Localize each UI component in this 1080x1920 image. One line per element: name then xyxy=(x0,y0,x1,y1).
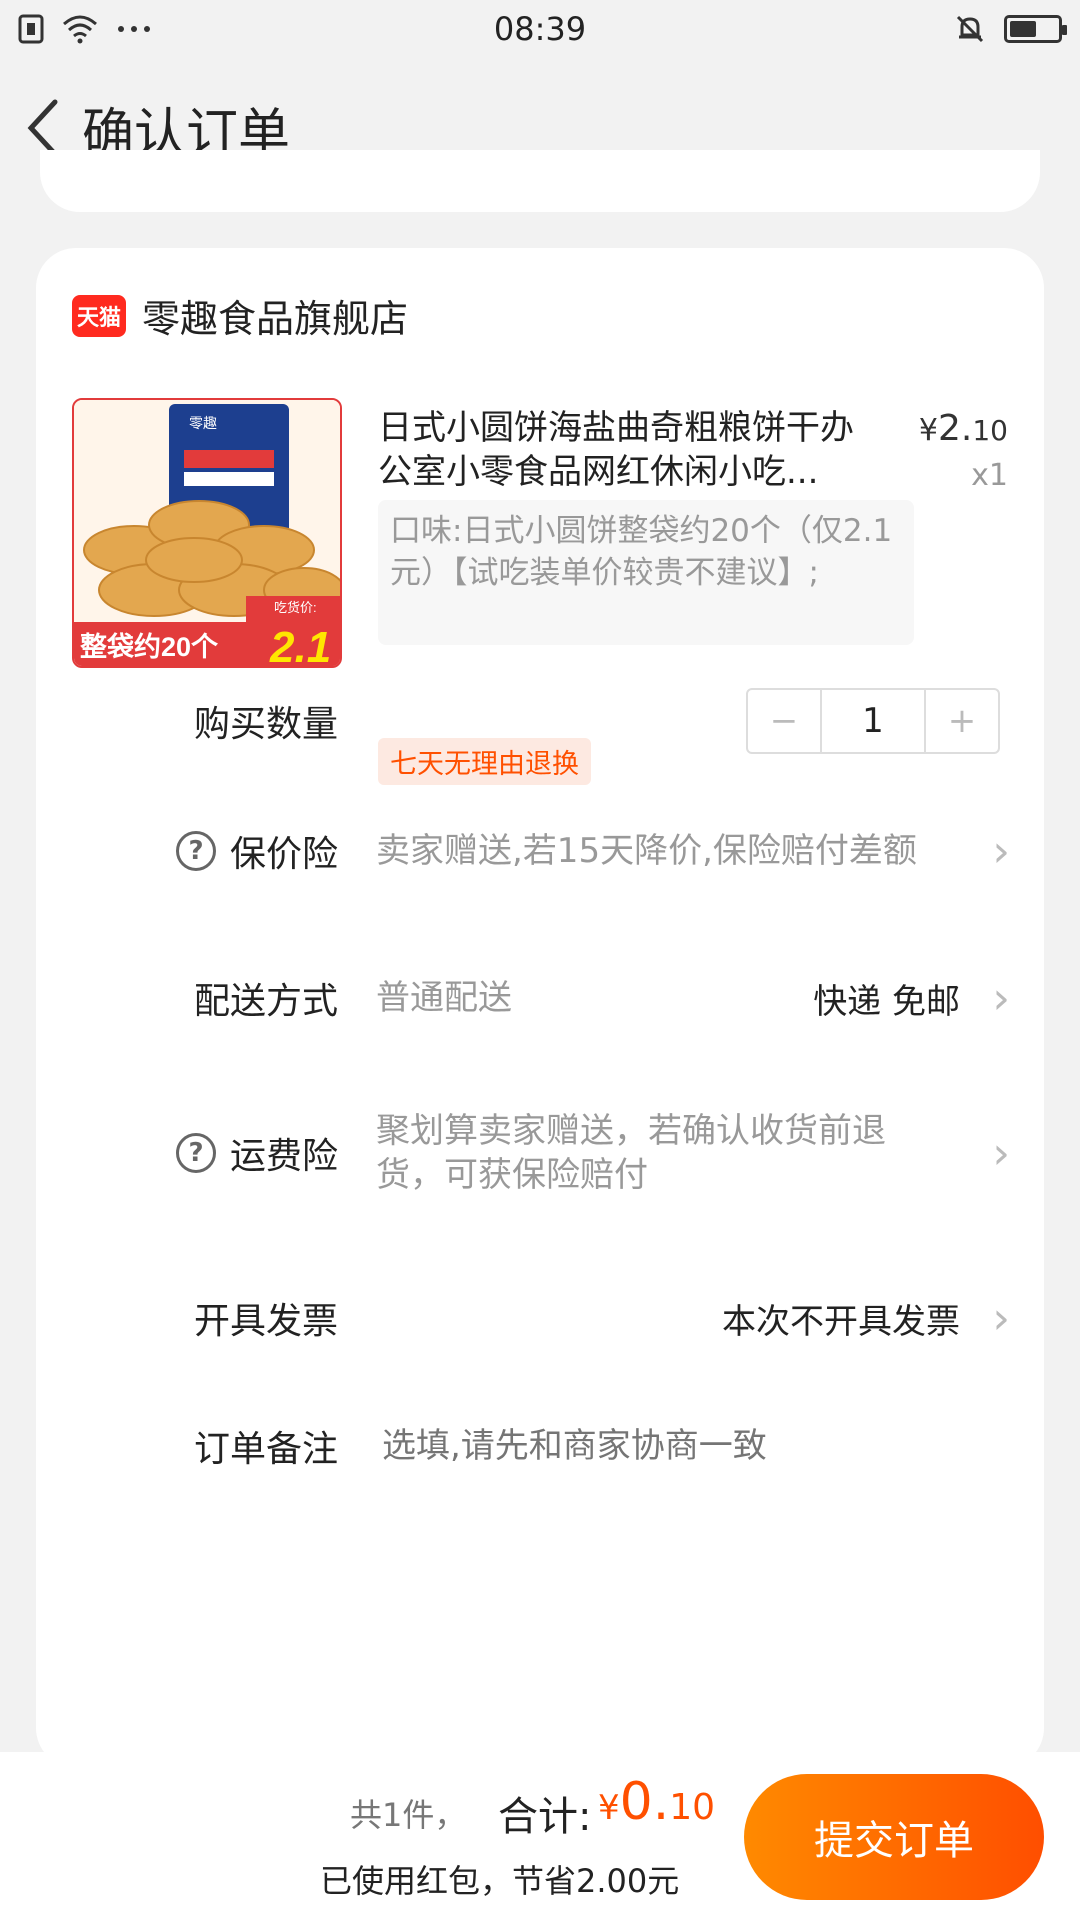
product-photo: 零趣 整袋约20个 吃货价: 2.1 xyxy=(74,400,340,668)
battery-icon xyxy=(1004,15,1067,43)
decrease-button[interactable]: − xyxy=(748,690,820,752)
freight-insurance-label: 运费险 xyxy=(229,1136,338,1177)
checkout-bar: 共1件， 合计: ¥0.10 已使用红包，节省2.00元 提交订单 xyxy=(0,1752,1080,1920)
freight-insurance-label-wrap: ? 运费险 xyxy=(175,1127,338,1179)
price-protection-label-wrap: ? 保价险 xyxy=(175,825,338,877)
product-image[interactable]: 零趣 整袋约20个 吃货价: 2.1 xyxy=(72,398,342,668)
quantity-value[interactable]: 1 xyxy=(820,690,926,752)
increase-button[interactable]: + xyxy=(926,690,998,752)
delivery-row[interactable]: 配送方式 普通配送 快递 免邮 › xyxy=(36,968,1044,1028)
price-protection-label: 保价险 xyxy=(229,834,338,875)
status-left xyxy=(18,14,152,44)
order-note-input[interactable] xyxy=(382,1426,982,1466)
delivery-method: 快递 免邮 xyxy=(813,981,960,1022)
price-currency: ¥ xyxy=(918,413,938,448)
status-time: 08:39 xyxy=(493,10,587,48)
chevron-right-icon: › xyxy=(992,1292,1010,1344)
help-icon[interactable]: ? xyxy=(175,831,216,871)
image-price-tag: 吃货价: xyxy=(274,600,317,615)
invoice-value: 本次不开具发票 xyxy=(722,1301,960,1342)
product-title[interactable]: 日式小圆饼海盐曲奇粗粮饼干办公室小零食品网红休闲小吃... xyxy=(378,406,878,494)
product-price: ¥2.10 xyxy=(919,408,1008,449)
help-icon[interactable]: ? xyxy=(175,1133,216,1173)
total-int: 0. xyxy=(619,1772,670,1832)
submit-order-button[interactable]: 提交订单 xyxy=(744,1774,1044,1900)
image-price: 2.1 xyxy=(269,623,331,668)
chevron-right-icon: › xyxy=(992,1127,1010,1179)
price-protection-row[interactable]: ? 保价险 卖家赠送,若15天降价,保险赔付差额 › xyxy=(36,806,1044,896)
freight-insurance-value: 聚划算卖家赠送，若确认收货前退货，可获保险赔付 xyxy=(376,1111,886,1195)
invoice-row[interactable]: 开具发票 本次不开具发票 › xyxy=(36,1288,1044,1348)
bell-muted-icon xyxy=(956,15,984,43)
status-right xyxy=(954,13,1067,45)
product-quantity: x1 xyxy=(971,458,1008,493)
address-card-stub xyxy=(40,150,1040,212)
order-note-row: 订单备注 xyxy=(36,1416,1044,1476)
chevron-right-icon: › xyxy=(992,825,1010,877)
total-price: ¥0.10 xyxy=(598,1772,715,1832)
order-card: 天猫 零趣食品旗舰店 零趣 整袋约20个 吃货价: 2.1 日式小圆饼海盐曲奇粗… xyxy=(36,248,1044,1768)
quantity-stepper[interactable]: − 1 + xyxy=(746,688,1000,754)
status-bar: 08:39 xyxy=(0,0,1080,58)
image-banner-text: 整袋约20个 xyxy=(80,632,219,662)
store-name: 零趣食品旗舰店 xyxy=(142,297,409,341)
quantity-row: 购买数量 − 1 + xyxy=(36,688,1044,754)
chevron-left-icon xyxy=(27,99,58,157)
total-currency: ¥ xyxy=(598,1788,620,1828)
savings-text: 已使用红包，节省2.00元 xyxy=(320,1862,680,1900)
sim-icon xyxy=(18,14,44,44)
brand-text: 零趣 xyxy=(189,415,217,431)
store-header[interactable]: 天猫 零趣食品旗舰店 xyxy=(72,288,408,343)
freight-insurance-row[interactable]: ? 运费险 聚划算卖家赠送，若确认收货前退货，可获保险赔付 › xyxy=(36,1108,1044,1198)
price-int: 2. xyxy=(938,408,973,449)
more-dots-icon xyxy=(118,26,150,32)
invoice-label: 开具发票 xyxy=(193,1301,338,1342)
order-note-label: 订单备注 xyxy=(193,1429,338,1470)
price-decimal: 10 xyxy=(972,414,1008,447)
tmall-logo-icon: 天猫 xyxy=(72,294,126,337)
delivery-label: 配送方式 xyxy=(193,981,338,1022)
price-protection-value: 卖家赠送,若15天降价,保险赔付差额 xyxy=(376,831,917,871)
total-label: 合计: xyxy=(498,1794,592,1840)
item-count: 共1件， xyxy=(350,1796,467,1834)
total-decimal: 10 xyxy=(669,1787,716,1828)
wifi-icon xyxy=(63,15,97,44)
product-spec[interactable]: 口味:日式小圆饼整袋约20个（仅2.1元）【试吃装单价较贵不建议】; xyxy=(378,500,914,645)
quantity-label: 购买数量 xyxy=(193,704,338,745)
chevron-right-icon: › xyxy=(992,972,1010,1024)
